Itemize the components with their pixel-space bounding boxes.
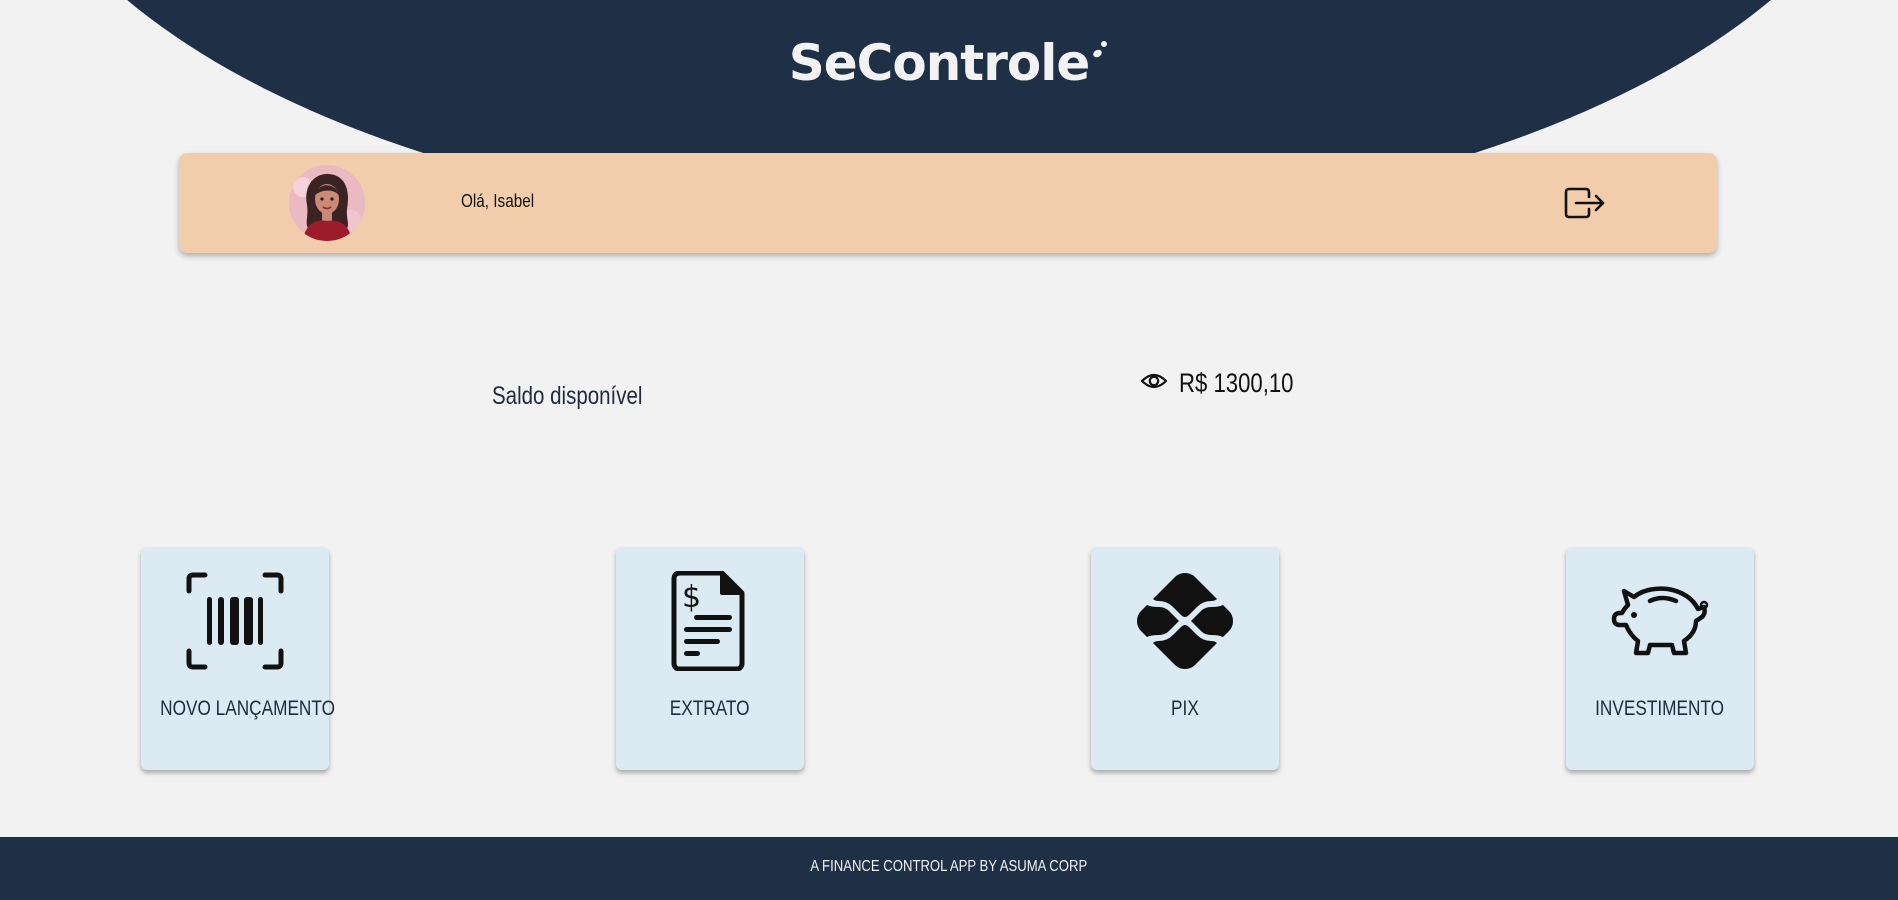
- toggle-balance-visibility-button[interactable]: [1140, 368, 1168, 394]
- action-label: PIX: [1171, 697, 1199, 720]
- action-card-extrato[interactable]: $ EXTRATO: [616, 547, 804, 770]
- invoice-document-icon: $: [671, 571, 745, 671]
- avatar[interactable]: [289, 165, 365, 241]
- svg-text:$: $: [682, 580, 701, 615]
- user-greeting: Olá, Isabel: [461, 191, 535, 211]
- action-card-pix[interactable]: PIX: [1091, 547, 1279, 770]
- action-card-novo-lancamento[interactable]: NOVO LANÇAMENTO: [141, 547, 335, 770]
- action-label: EXTRATO: [670, 697, 750, 720]
- logo-drops-icon: [1091, 34, 1109, 64]
- logout-button[interactable]: [1564, 185, 1606, 221]
- pix-icon: [1137, 573, 1233, 669]
- balance-label: Saldo disponível: [492, 382, 643, 410]
- user-bar: Olá, Isabel: [179, 153, 1717, 253]
- action-card-investimento[interactable]: INVESTIMENTO: [1566, 547, 1754, 770]
- piggy-bank-icon: [1611, 586, 1709, 656]
- logout-icon: [1564, 187, 1605, 219]
- footer-text: A FINANCE CONTROL APP BY ASUMA CORP: [810, 858, 1088, 875]
- balance-value: R$ 1300,10: [1179, 368, 1294, 398]
- eye-icon: [1140, 373, 1168, 389]
- barcode-scan-icon: [186, 572, 284, 670]
- logo-text: SeControle: [788, 34, 1091, 92]
- action-label: NOVO LANÇAMENTO: [160, 697, 335, 720]
- avatar-image: [289, 165, 365, 241]
- footer: A FINANCE CONTROL APP BY ASUMA CORP: [0, 837, 1898, 900]
- app-logo: SeControle: [0, 34, 1898, 92]
- action-label: INVESTIMENTO: [1595, 697, 1725, 720]
